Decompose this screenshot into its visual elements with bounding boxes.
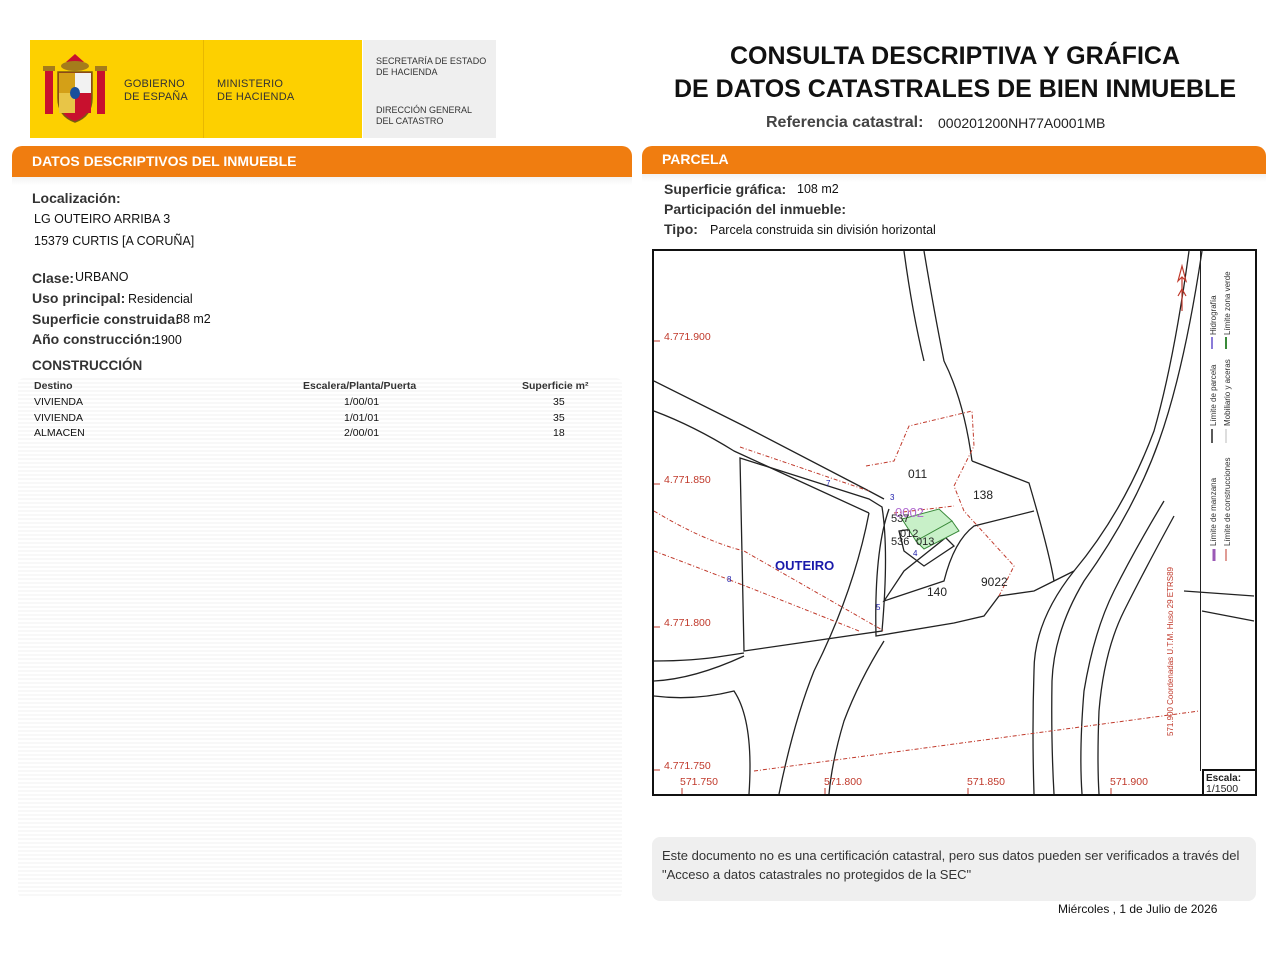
gobierno-text: GOBIERNO DE ESPAÑA xyxy=(124,78,188,103)
parcel-label[interactable]: 011 xyxy=(908,467,927,481)
parcel-label[interactable]: 013 xyxy=(916,536,934,548)
col-escalera: Escalera/Planta/Puerta xyxy=(303,380,417,392)
table-row-2-superficie: 35 xyxy=(553,412,565,424)
ref-catastral-value: 000201200NH77A0001MB xyxy=(938,115,1106,131)
street-number: 3 xyxy=(890,493,895,502)
section-title-left: DATOS DESCRIPTIVOS DEL INMUEBLE xyxy=(32,153,297,169)
parcel-label[interactable]: 140 xyxy=(927,585,947,599)
street-number: 4 xyxy=(913,549,918,558)
participacion-label: Participación del inmueble: xyxy=(664,201,847,217)
table-row-2-escalera: 1/01/01 xyxy=(344,412,380,424)
legend-construcciones: Límite de construcciones xyxy=(1223,457,1232,547)
page-title-line1: CONSULTA DESCRIPTIVA Y GRÁFICA xyxy=(729,42,1181,70)
table-row-3-destino: ALMACEN xyxy=(34,427,85,439)
legend-divider xyxy=(1200,251,1201,771)
disclaimer-text: Este documento no es una certificación c… xyxy=(662,848,1240,882)
address-line1: LG OUTEIRO ARRIBA 3 xyxy=(34,212,171,226)
datos-descriptivos-header: DATOS DESCRIPTIVOS DEL INMUEBLE xyxy=(12,146,632,177)
table-row-3-superficie: 18 xyxy=(553,427,565,439)
table-row-3-escalera: 2/00/01 xyxy=(344,427,380,439)
parcela-header: PARCELA xyxy=(642,146,1266,174)
anio-label: Año construcción: xyxy=(32,331,156,347)
uso-label: Uso principal: xyxy=(32,290,126,306)
y-coord-label: 4.771.900 xyxy=(664,331,711,343)
street-number: 8 xyxy=(727,575,732,584)
superficie-construida-value: 88 m2 xyxy=(176,312,211,326)
document-date: Miércoles , 1 de Julio de 2026 xyxy=(1058,902,1218,916)
col-destino: Destino xyxy=(34,380,73,392)
y-coord-label: 4.771.750 xyxy=(664,760,711,772)
table-row-1-escalera: 1/00/01 xyxy=(344,396,380,408)
construccion-table xyxy=(18,378,622,898)
map-drawing xyxy=(654,251,1255,794)
anio-value: 1900 xyxy=(154,333,182,347)
coat-of-arms-icon xyxy=(43,54,107,123)
sup-grafica-label: Superficie gráfica: xyxy=(664,181,787,197)
scale-box: Escala: 1/1500 xyxy=(1202,769,1255,795)
ministerio-text: MINISTERIO DE HACIENDA xyxy=(217,78,295,103)
construccion-title: CONSTRUCCIÓN xyxy=(32,358,143,373)
parcel-label[interactable]: 9022 xyxy=(981,575,1008,589)
legend-hidrografia: Hidrografía xyxy=(1209,295,1218,335)
street-number: 7 xyxy=(826,479,831,488)
parcel-label[interactable]: 138 xyxy=(973,488,993,502)
parcel-label[interactable]: 536 xyxy=(891,536,909,548)
legend-zona-verde: Límite zona verde xyxy=(1223,271,1232,335)
address-line2: 15379 CURTIS [A CORUÑA] xyxy=(34,234,195,248)
cadastral-map[interactable]: 4.771.900 4.771.850 4.771.800 4.771.750 … xyxy=(652,249,1257,796)
secretaria-text: SECRETARÍA DE ESTADO DE HACIENDA xyxy=(376,56,487,77)
north-arrow-icon xyxy=(1176,263,1188,311)
y-coord-label: 4.771.850 xyxy=(664,474,711,486)
clase-value: URBANO xyxy=(75,270,129,284)
col-superficie: Superficie m² xyxy=(522,380,589,392)
street-number: 5 xyxy=(876,603,881,612)
table-row-1-destino: VIVIENDA xyxy=(34,396,84,408)
y-coord-label: 4.771.800 xyxy=(664,617,711,629)
page-title-line2: DE DATOS CATASTRALES DE BIEN INMUEBLE xyxy=(673,75,1237,103)
superficie-construida-label: Superficie construida: xyxy=(32,311,180,327)
tipo-value: Parcela construida sin división horizont… xyxy=(710,223,936,237)
sup-grafica-value: 108 m2 xyxy=(797,182,839,196)
parcel-label[interactable]: 537 xyxy=(891,513,909,525)
x-coord-label: 571.850 xyxy=(967,776,1005,788)
direccion-text: DIRECCIÓN GENERAL DEL CATASTRO xyxy=(376,105,473,126)
x-coord-label: 571.900 xyxy=(1110,776,1148,788)
section-title-right: PARCELA xyxy=(662,151,729,167)
table-row-1-superficie: 35 xyxy=(553,396,565,408)
clase-label: Clase: xyxy=(32,270,75,286)
legend-parcela: Límite de parcela xyxy=(1209,364,1218,426)
localizacion-label: Localización: xyxy=(32,190,121,206)
place-name: OUTEIRO xyxy=(775,558,835,573)
legend-manzana: Límite de manzana xyxy=(1209,477,1218,546)
scale-value: 1/1500 xyxy=(1206,783,1239,795)
logo-divider xyxy=(203,40,204,138)
tipo-label: Tipo: xyxy=(664,221,698,237)
legend-coordinates: 571.900 Coordenadas U.T.M. Huso 29 ETRS8… xyxy=(1166,567,1175,736)
uso-value: Residencial xyxy=(128,292,193,306)
ref-catastral-label: Referencia catastral: xyxy=(766,114,924,131)
legend-mobiliario: Mobiliario y aceras xyxy=(1223,359,1232,426)
disclaimer-box: Este documento no es una certificación c… xyxy=(652,837,1256,901)
x-coord-label: 571.800 xyxy=(824,776,862,788)
header-shadow xyxy=(12,177,632,185)
x-coord-label: 571.750 xyxy=(680,776,718,788)
table-row-2-destino: VIVIENDA xyxy=(34,412,84,424)
